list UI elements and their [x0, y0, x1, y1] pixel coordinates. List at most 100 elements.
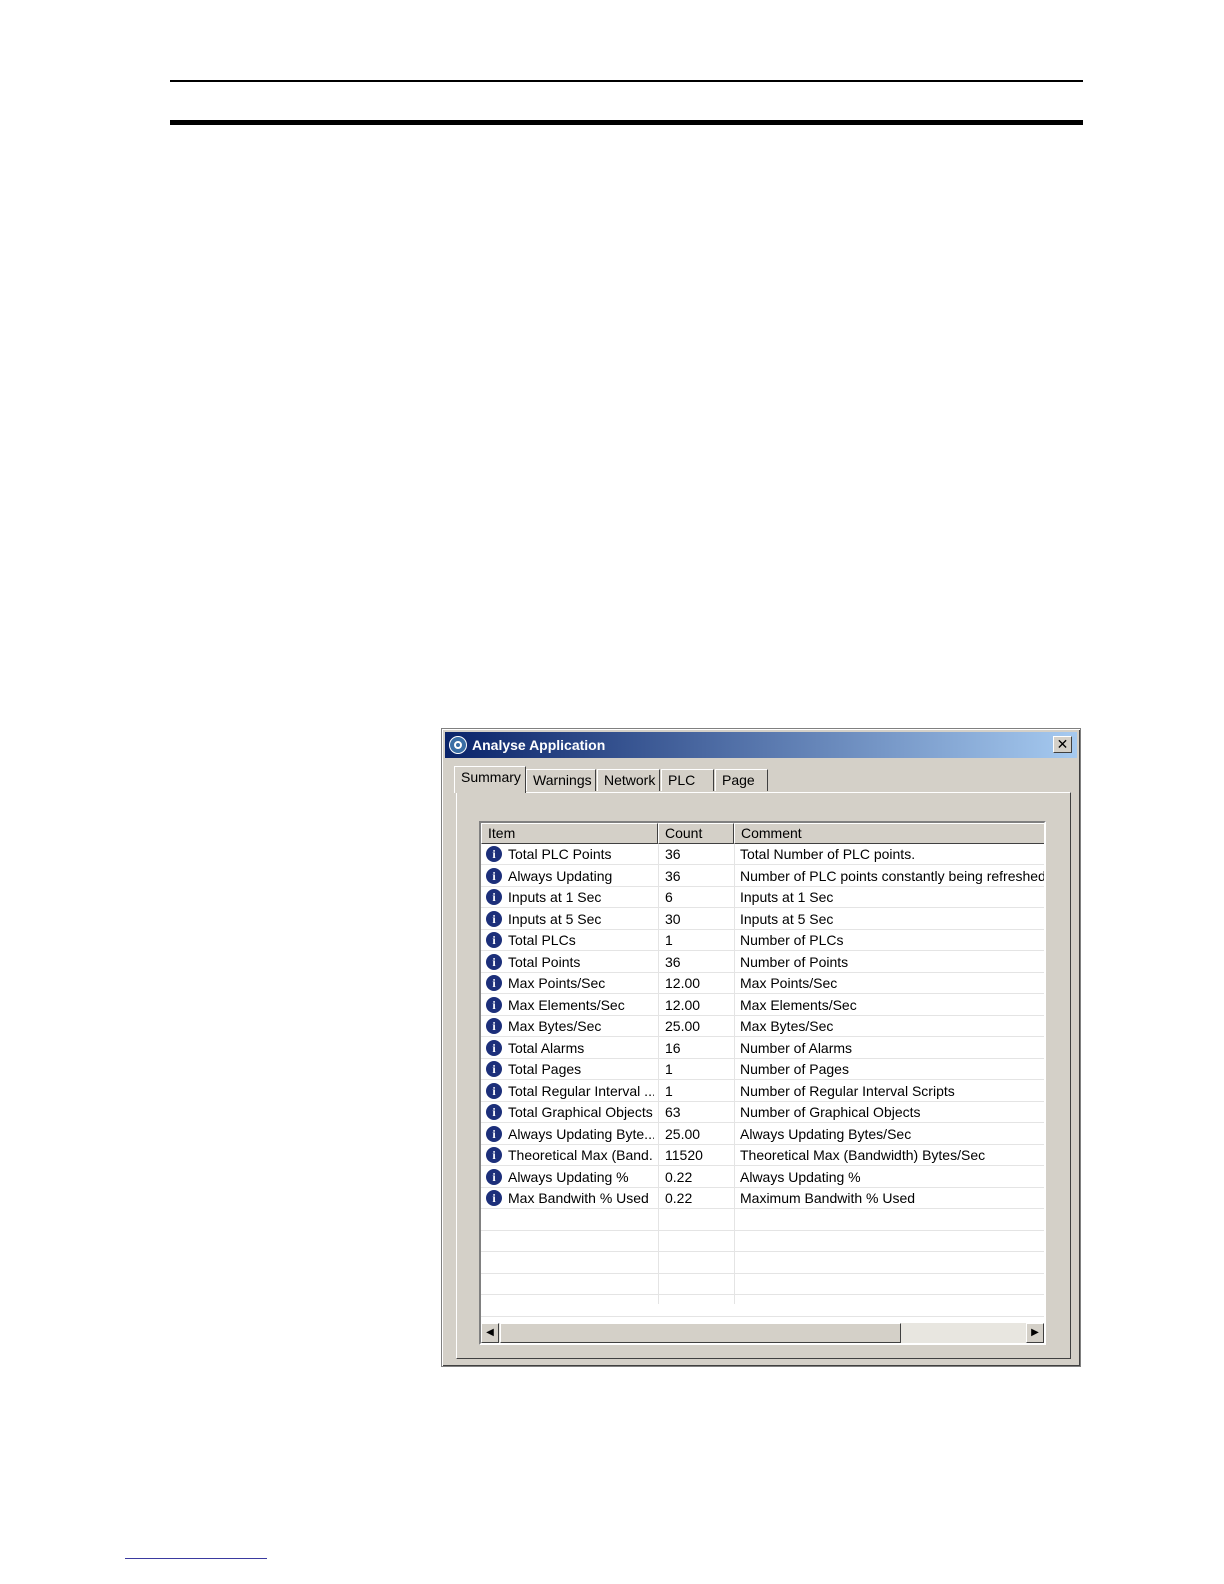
table-row — [481, 1253, 1044, 1274]
app-icon — [449, 736, 467, 754]
info-icon: i — [486, 975, 502, 991]
analyse-application-dialog: Analyse Application ✕ Summary Warnings N… — [441, 728, 1081, 1367]
table-row[interactable]: i Total Regular Interval ... 1 Number of Re… — [481, 1081, 1044, 1102]
table-row[interactable]: i Max Elements/Sec 12.00 Max Elements/Sec — [481, 995, 1044, 1016]
item-cell: Max Points/Sec — [508, 975, 606, 991]
info-icon: i — [486, 1190, 502, 1206]
count-cell: 36 — [665, 953, 681, 970]
count-cell: 16 — [665, 1039, 681, 1056]
count-cell: 11520 — [665, 1147, 703, 1163]
item-cell: Total PLC Points — [508, 846, 612, 862]
info-icon: i — [486, 910, 502, 927]
item-cell: Max Bytes/Sec — [508, 1018, 602, 1034]
comment-cell: Theoretical Max (Bandwidth) Bytes/Sec — [740, 1147, 986, 1163]
comment-cell: Max Elements/Sec — [740, 996, 857, 1013]
count-cell: 0.22 — [665, 1168, 693, 1185]
info-icon: i — [486, 846, 502, 862]
item-cell: Always Updating — [508, 867, 613, 884]
item-cell: Total PLCs — [508, 932, 576, 948]
count-cell: 25.00 — [665, 1125, 701, 1142]
comment-cell: Number of Points — [740, 953, 849, 970]
header-rule-thick — [170, 120, 1083, 125]
count-cell: 6 — [665, 889, 673, 905]
count-cell: 36 — [665, 867, 681, 884]
tab-warnings[interactable]: Warnings — [526, 769, 596, 791]
table-row — [481, 1231, 1044, 1252]
count-cell: 0.22 — [665, 1190, 693, 1206]
count-cell: 63 — [665, 1104, 681, 1120]
table-row[interactable]: i Theoretical Max (Band... 11520 Theoretica… — [481, 1145, 1044, 1166]
comment-cell: Max Bytes/Sec — [740, 1018, 834, 1034]
info-icon: i — [486, 932, 502, 948]
info-icon: i — [486, 1039, 502, 1056]
scroll-right-button[interactable]: ▶ — [1026, 1323, 1044, 1343]
item-cell: Always Updating % — [508, 1168, 629, 1185]
table-row[interactable]: i Total Points 36 Number of Points — [481, 952, 1044, 973]
item-cell: Total Pages — [508, 1061, 582, 1077]
comment-cell: Number of Alarms — [740, 1039, 853, 1056]
scroll-left-button[interactable]: ◀ — [481, 1323, 499, 1343]
info-icon: i — [486, 889, 502, 905]
tab-plc[interactable]: PLC — [661, 769, 714, 791]
item-cell: Inputs at 5 Sec — [508, 910, 602, 927]
table-row[interactable]: i Total Graphical Objects 63 Number of Grap… — [481, 1102, 1044, 1123]
table-row — [481, 1296, 1044, 1317]
comment-cell: Number of Regular Interval Scripts — [740, 1082, 955, 1099]
header-rule-thin — [170, 80, 1083, 82]
count-cell: 30 — [665, 910, 681, 927]
comment-cell: Inputs at 1 Sec — [740, 889, 834, 905]
item-cell: Always Updating Byte... — [508, 1125, 654, 1142]
item-cell: Total Regular Interval ... — [508, 1082, 654, 1099]
column-header-item[interactable]: Item — [481, 823, 658, 844]
scroll-thumb[interactable] — [500, 1323, 901, 1343]
info-icon: i — [486, 953, 502, 970]
comment-cell: Max Points/Sec — [740, 975, 838, 991]
table-row[interactable]: i Max Bytes/Sec 25.00 Max Bytes/Sec — [481, 1016, 1044, 1037]
tab-page[interactable]: Page — [715, 769, 768, 791]
table-row — [481, 1210, 1044, 1231]
item-cell: Max Bandwith % Used — [508, 1190, 649, 1206]
comment-cell: Maximum Bandwith % Used — [740, 1190, 916, 1206]
table-row[interactable]: i Inputs at 5 Sec 30 Inputs at 5 Sec — [481, 909, 1044, 930]
title-bar[interactable]: Analyse Application ✕ — [445, 732, 1077, 758]
item-cell: Max Elements/Sec — [508, 996, 625, 1013]
count-cell: 12.00 — [665, 996, 701, 1013]
tab-summary[interactable]: Summary — [454, 766, 526, 793]
table-row[interactable]: i Total Alarms 16 Number of Alarms — [481, 1038, 1044, 1059]
count-cell: 25.00 — [665, 1018, 701, 1034]
tab-network[interactable]: Network — [597, 769, 660, 791]
count-cell: 12.00 — [665, 975, 701, 991]
item-cell: Total Graphical Objects — [508, 1104, 653, 1120]
comment-cell: Always Updating % — [740, 1168, 861, 1185]
info-icon: i — [486, 867, 502, 884]
table-row[interactable]: i Inputs at 1 Sec 6 Inputs at 1 Sec — [481, 887, 1044, 908]
info-icon: i — [486, 1018, 502, 1034]
close-button[interactable]: ✕ — [1053, 736, 1072, 753]
info-icon: i — [486, 1061, 502, 1077]
column-header-count[interactable]: Count — [658, 823, 734, 844]
comment-cell: Number of PLCs — [740, 932, 844, 948]
table-row[interactable]: i Total PLC Points 36 Total Number of PLC p… — [481, 844, 1044, 865]
count-cell: 1 — [665, 1082, 673, 1099]
column-divider — [734, 844, 735, 1304]
table-row[interactable]: i Total Pages 1 Number of Pages — [481, 1059, 1044, 1080]
table-row[interactable]: i Max Bandwith % Used 0.22 Maximum Bandwith… — [481, 1188, 1044, 1209]
table-row[interactable]: i Max Points/Sec 12.00 Max Points/Sec — [481, 973, 1044, 994]
summary-list[interactable]: Item Count Comment i Total PLC Points 36 To… — [479, 821, 1046, 1345]
comment-cell: Number of Graphical Objects — [740, 1104, 921, 1120]
table-row[interactable]: i Always Updating % 0.22 Always Updating % — [481, 1167, 1044, 1188]
table-row[interactable]: i Always Updating Byte... 25.00 Always Upda… — [481, 1124, 1044, 1145]
table-row[interactable]: i Total PLCs 1 Number of PLCs — [481, 930, 1044, 951]
info-icon: i — [486, 1168, 502, 1185]
table-row — [481, 1274, 1044, 1295]
item-cell: Inputs at 1 Sec — [508, 889, 602, 905]
horizontal-scrollbar[interactable]: ◀ ▶ — [481, 1323, 1044, 1343]
comment-cell: Number of PLC points constantly being re… — [740, 867, 1044, 884]
item-cell: Total Alarms — [508, 1039, 585, 1056]
info-icon: i — [486, 1082, 502, 1099]
comment-cell: Inputs at 5 Sec — [740, 910, 834, 927]
column-divider — [658, 844, 659, 1304]
table-row[interactable]: i Always Updating 36 Number of PLC points c… — [481, 866, 1044, 887]
column-header-comment[interactable]: Comment — [734, 823, 1044, 844]
info-icon: i — [486, 996, 502, 1013]
